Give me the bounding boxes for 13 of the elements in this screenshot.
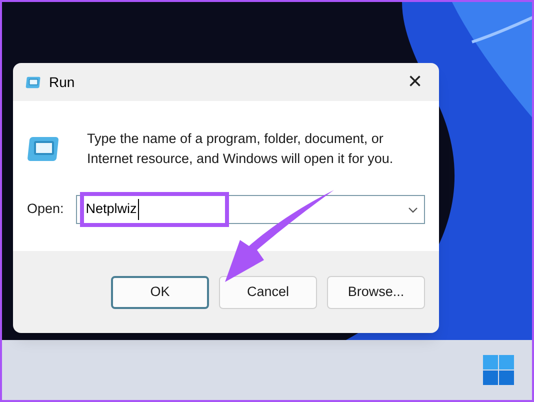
window-title: Run <box>49 72 75 92</box>
dialog-button[interactable]: Cancel <box>219 276 317 309</box>
close-button[interactable]: × <box>397 67 433 97</box>
run-icon <box>27 135 61 163</box>
description-text: Type the name of a program, folder, document, or Internet resource, and Windows will open it for you. <box>87 130 394 168</box>
windows-logo-icon[interactable] <box>483 355 514 385</box>
open-combobox[interactable]: Netplwiz <box>76 195 425 224</box>
run-icon <box>25 76 42 88</box>
open-field-value: Netplwiz <box>86 199 139 220</box>
open-label: Open: <box>27 200 64 218</box>
dialog-button[interactable]: Browse... <box>327 276 425 309</box>
dialog-button[interactable]: OK <box>111 276 209 309</box>
dropdown-caret-icon[interactable] <box>408 206 418 212</box>
